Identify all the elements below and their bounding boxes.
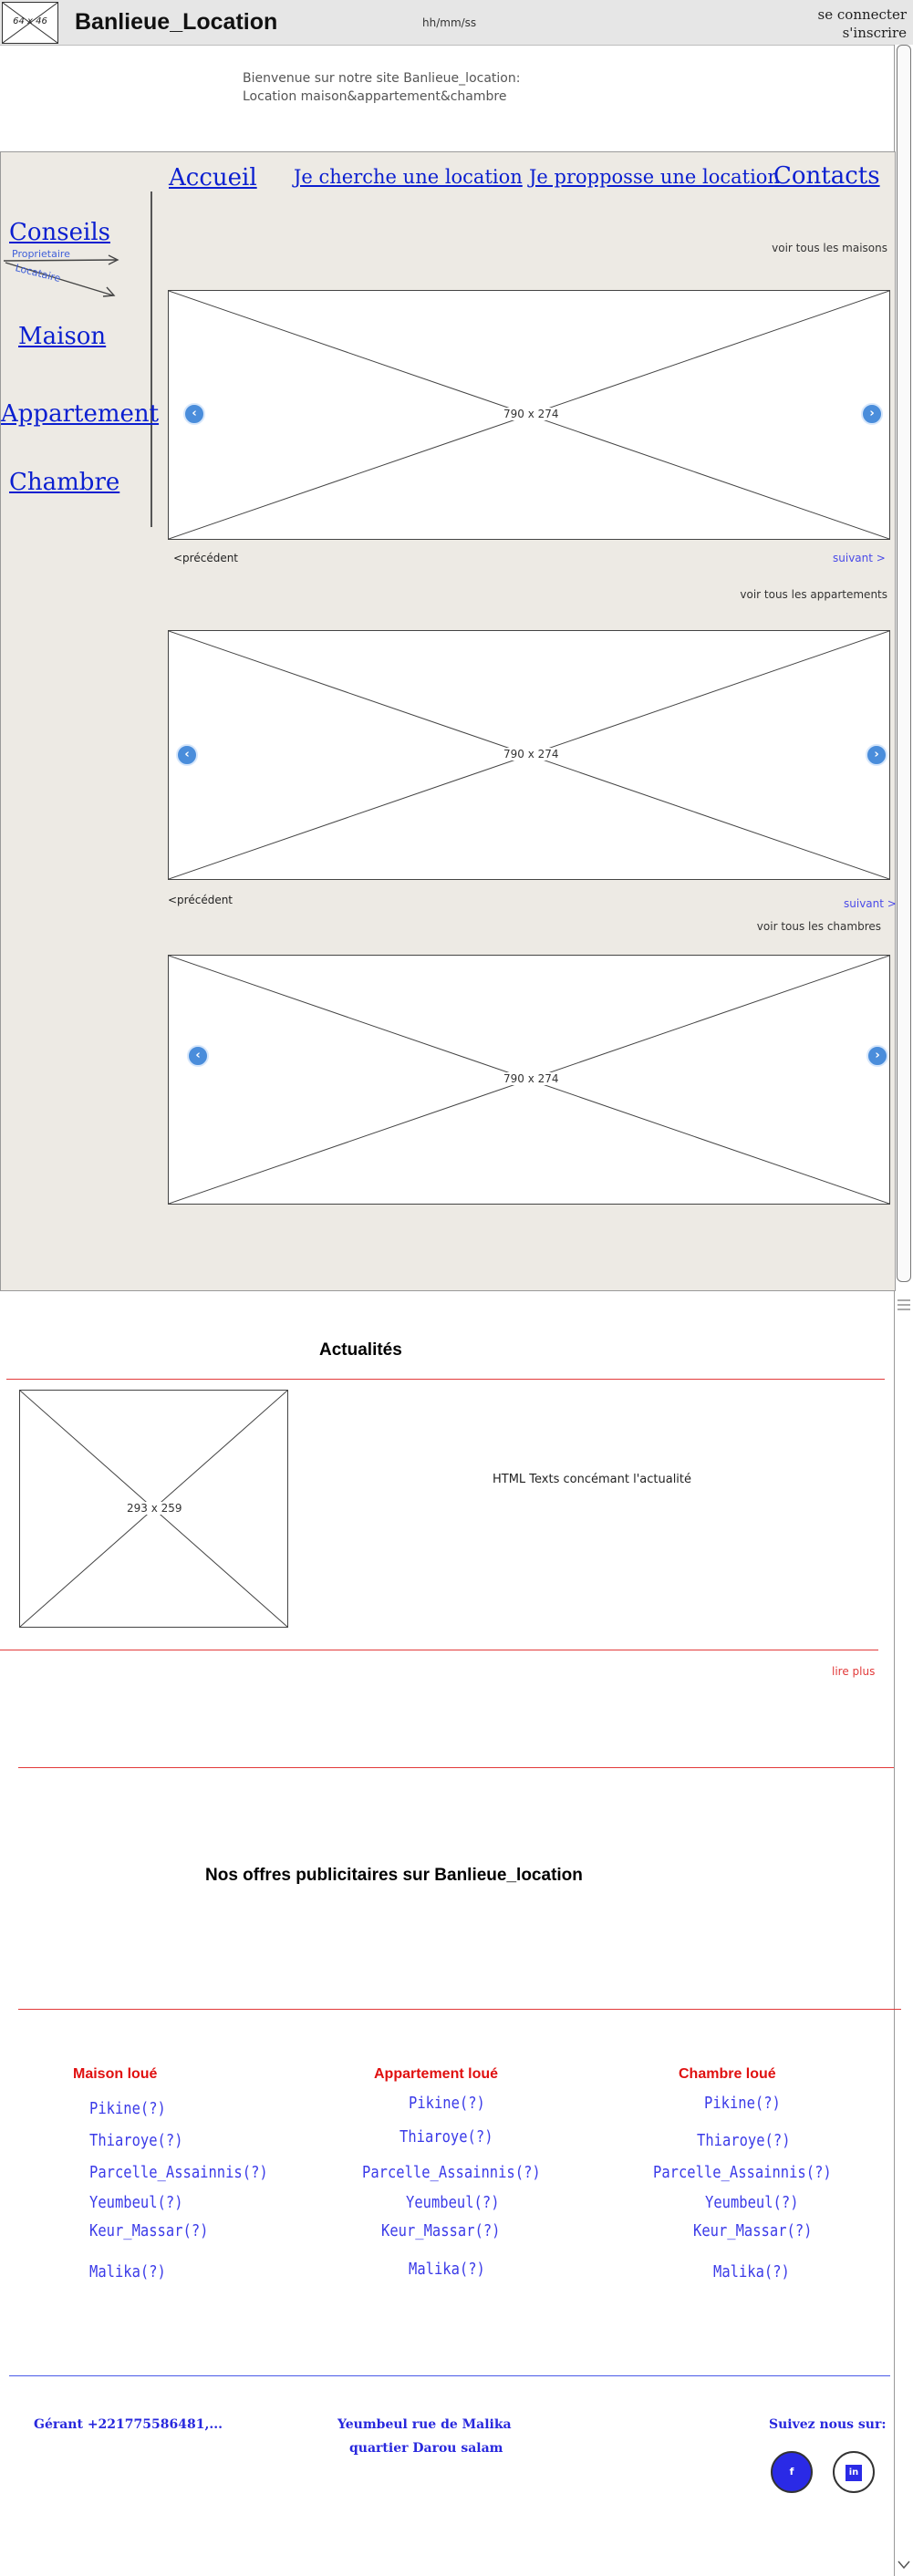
news-text: HTML Texts concémant l'actualité [493, 1473, 692, 1486]
nav-search-rental[interactable]: Je cherche une location [294, 166, 523, 188]
site-title: Banlieue_Location [75, 9, 278, 35]
maison-item-keur-massar[interactable]: Keur_Massar(?) [89, 2221, 208, 2240]
apartments-prev-link[interactable]: <précédent [168, 894, 233, 906]
chevron-left-icon[interactable]: ‹ [176, 744, 198, 766]
apartments-carousel[interactable]: 790 x 274 ‹ › [168, 630, 890, 880]
login-link[interactable]: se connecter [818, 5, 907, 24]
welcome-line-2: Location maison&appartement&chambre [243, 89, 507, 104]
logo-placeholder[interactable]: 64 x 46 [2, 2, 58, 44]
address-line-2: quartier Darou salam [349, 2441, 503, 2456]
nav-contacts[interactable]: Contacts [773, 162, 880, 190]
page-scrollbar[interactable] [894, 1289, 913, 2576]
appartement-item-parcelle[interactable]: Parcelle_Assainnis(?) [362, 2163, 541, 2182]
sidebar-item-maison[interactable]: Maison [18, 323, 106, 350]
linkedin-label: in [846, 2465, 862, 2481]
maison-item-parcelle[interactable]: Parcelle_Assainnis(?) [89, 2163, 268, 2182]
manager-contact: Gérant +221775586481,... [34, 2417, 223, 2432]
news-title: Actualités [319, 1340, 402, 1360]
chambre-item-pikine[interactable]: Pikine(?) [704, 2094, 781, 2113]
appartement-item-thiaroye[interactable]: Thiaroye(?) [399, 2127, 493, 2147]
time-display: hh/mm/ss [422, 16, 477, 29]
maison-item-yeumbeul[interactable]: Yeumbeul(?) [89, 2193, 183, 2212]
chambre-item-yeumbeul[interactable]: Yeumbeul(?) [705, 2193, 799, 2212]
maison-item-pikine[interactable]: Pikine(?) [89, 2099, 166, 2118]
read-more-link[interactable]: lire plus [832, 1665, 875, 1678]
chevron-left-icon[interactable]: ‹ [183, 403, 205, 425]
chevron-left-icon[interactable]: ‹ [187, 1045, 209, 1067]
chambre-column-title: Chambre loué [679, 2066, 776, 2082]
rooms-carousel[interactable]: 790 x 274 ‹ › [168, 955, 890, 1205]
nav-offer-rental[interactable]: Je propposse une location [529, 166, 780, 188]
chambre-item-keur-massar[interactable]: Keur_Massar(?) [693, 2221, 812, 2240]
see-all-houses-link[interactable]: voir tous les maisons [772, 242, 887, 254]
appartement-column-title: Appartement loué [374, 2066, 499, 2082]
carousel-dims-label: 790 x 274 [502, 408, 561, 420]
chevron-right-icon[interactable]: › [866, 744, 887, 766]
carousel-dims-label: 790 x 274 [502, 748, 561, 760]
sidebar-item-chambre[interactable]: Chambre [9, 469, 119, 496]
apartments-next-link[interactable]: suivant > [844, 897, 897, 910]
chevron-right-icon[interactable]: › [866, 1045, 888, 1067]
sidebar-item-appartement[interactable]: Appartement [1, 400, 159, 428]
ads-title: Nos offres publicitaires sur Banlieue_lo… [205, 1866, 583, 1885]
appartement-item-yeumbeul[interactable]: Yeumbeul(?) [406, 2193, 500, 2212]
logo-dims-label: 64 x 46 [13, 16, 47, 26]
ads-divider [18, 2009, 901, 2010]
facebook-icon[interactable]: f [771, 2451, 813, 2493]
follow-us-label: Suivez nous sur: [769, 2417, 887, 2432]
sidebar-divider [150, 191, 152, 527]
auth-links: se connecter s'inscrire [818, 5, 907, 42]
chevron-right-icon[interactable]: › [861, 403, 883, 425]
chambre-item-malika[interactable]: Malika(?) [713, 2262, 790, 2281]
carousel-dims-label: 790 x 274 [502, 1072, 561, 1085]
news-image-dims: 293 x 259 [125, 1502, 184, 1515]
houses-next-link[interactable]: suivant > [833, 552, 886, 564]
appartement-item-malika[interactable]: Malika(?) [409, 2260, 485, 2279]
scroll-grip-icon [897, 1299, 910, 1310]
chambre-item-thiaroye[interactable]: Thiaroye(?) [697, 2131, 791, 2150]
chambre-item-parcelle[interactable]: Parcelle_Assainnis(?) [653, 2163, 832, 2182]
see-all-apartments-link[interactable]: voir tous les appartements [740, 588, 887, 601]
news-divider-top [6, 1379, 885, 1380]
houses-prev-link[interactable]: <précédent [173, 552, 238, 564]
houses-carousel[interactable]: 790 x 274 ‹ › [168, 290, 890, 540]
linkedin-icon[interactable]: in [833, 2451, 875, 2493]
appartement-item-pikine[interactable]: Pikine(?) [409, 2094, 485, 2113]
annotation-owner[interactable]: Proprietaire [12, 248, 70, 260]
scrollbar-thumb[interactable] [897, 45, 911, 1282]
see-all-rooms-link[interactable]: voir tous les chambres [757, 920, 881, 933]
sidebar-item-conseils[interactable]: Conseils [9, 219, 110, 246]
scroll-down-icon[interactable] [895, 2558, 913, 2572]
address-line-1: Yeumbeul rue de Malika [337, 2417, 512, 2432]
register-link[interactable]: s'inscrire [818, 24, 907, 42]
welcome-text: Bienvenue sur notre site Banlieue_locati… [243, 69, 520, 106]
news-image[interactable]: 293 x 259 [19, 1390, 288, 1628]
maison-item-thiaroye[interactable]: Thiaroye(?) [89, 2131, 183, 2150]
appartement-item-keur-massar[interactable]: Keur_Massar(?) [381, 2221, 500, 2240]
footer-divider [9, 2375, 890, 2376]
maison-item-malika[interactable]: Malika(?) [89, 2262, 166, 2281]
main-scrollbar[interactable] [894, 45, 913, 1289]
maison-column-title: Maison loué [73, 2066, 158, 2082]
welcome-line-1: Bienvenue sur notre site Banlieue_locati… [243, 71, 521, 86]
nav-home[interactable]: Accueil [169, 164, 257, 191]
section-divider [18, 1767, 894, 1768]
